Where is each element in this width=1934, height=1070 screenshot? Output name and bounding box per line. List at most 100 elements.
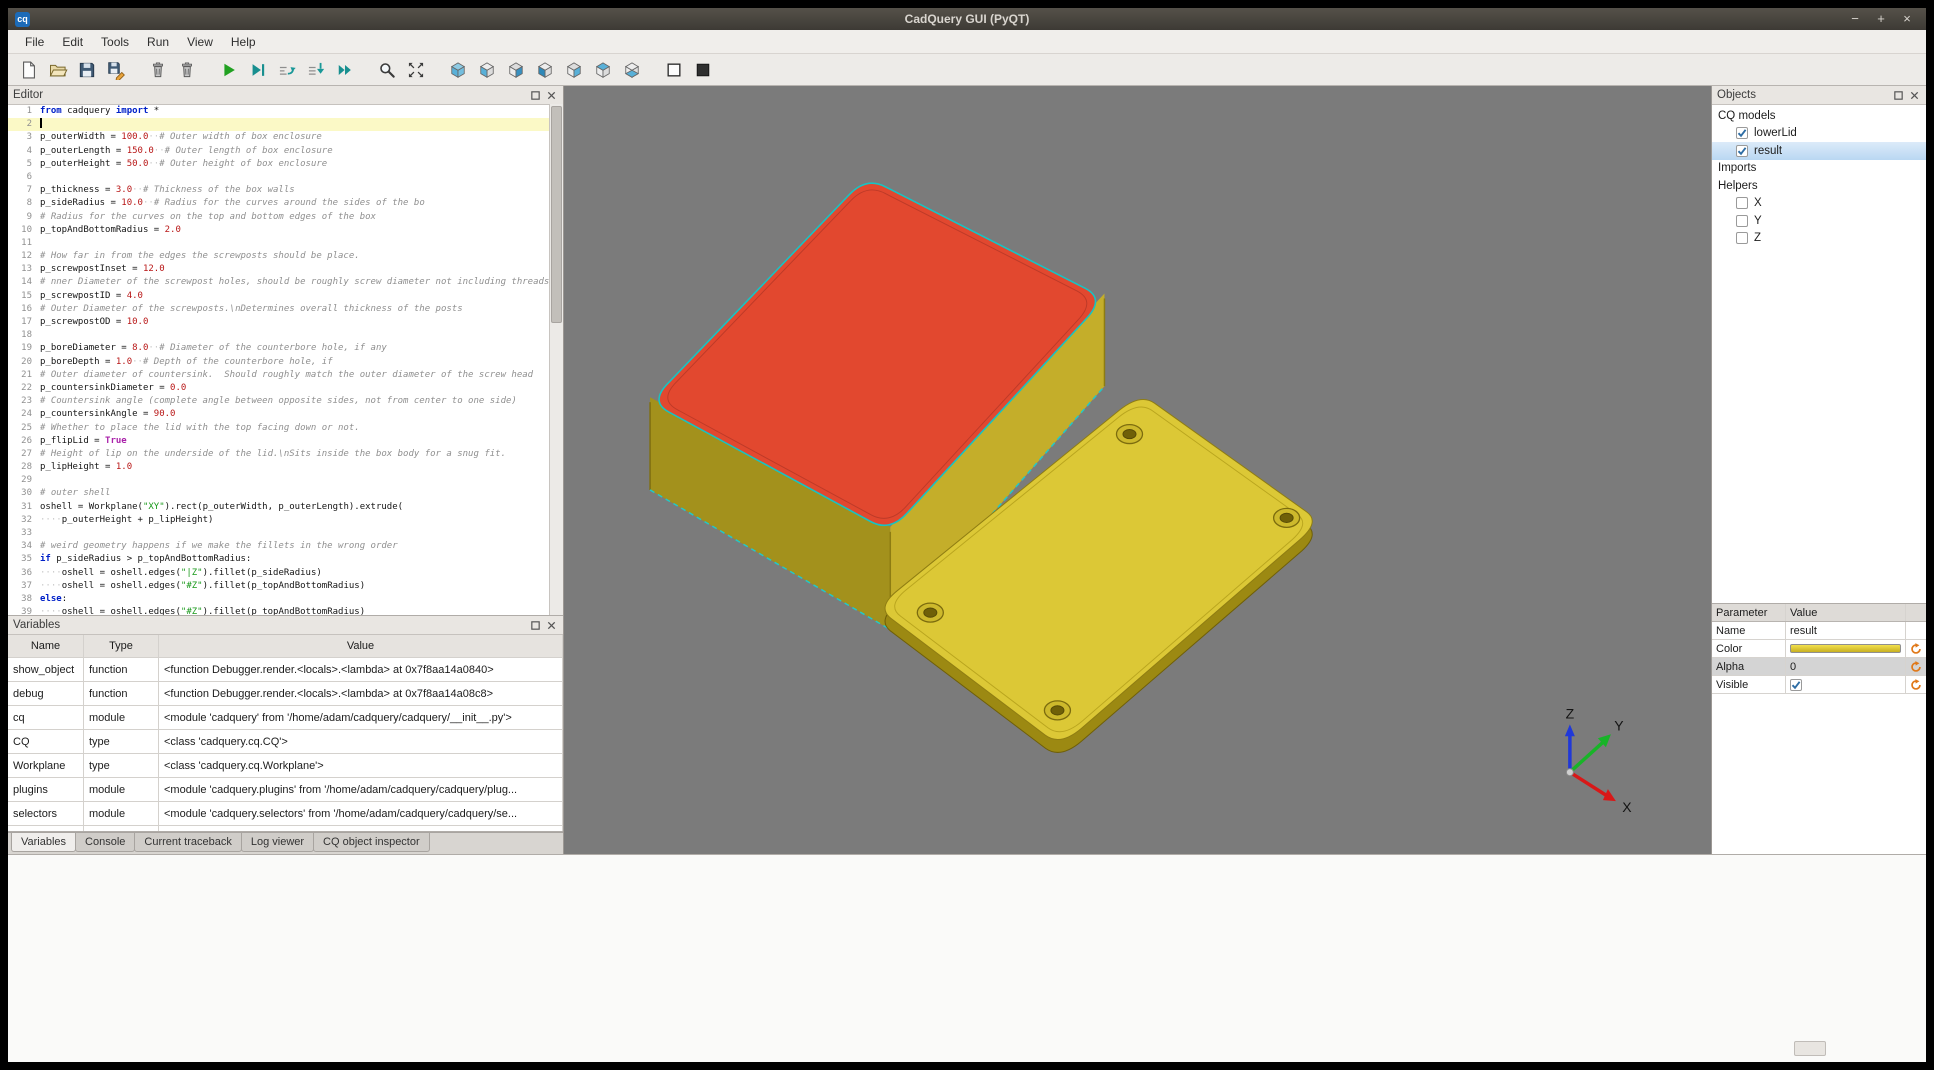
debug-button[interactable] [244, 57, 271, 83]
code-line[interactable]: 21# Outer diameter of countersink. Shoul… [8, 369, 550, 382]
code-line[interactable]: 3p_outerWidth = 100.0··# Outer width of … [8, 131, 550, 144]
reset-button[interactable] [1906, 658, 1926, 675]
menu-help[interactable]: Help [222, 32, 265, 52]
save-as-button[interactable] [102, 57, 129, 83]
code-line[interactable]: 35if p_sideRadius > p_topAndBottomRadius… [8, 553, 550, 566]
variable-row[interactable]: show_objectfunction<function Debugger.re… [8, 658, 563, 682]
param-check-value[interactable] [1786, 676, 1906, 693]
view-back-button[interactable] [502, 57, 529, 83]
close-button[interactable]: × [1900, 9, 1914, 29]
param-value[interactable]: result [1786, 622, 1906, 639]
open-script-button[interactable] [44, 57, 71, 83]
color-swatch[interactable] [1790, 644, 1901, 653]
minimize-button[interactable]: − [1848, 9, 1862, 29]
view-front-button[interactable] [473, 57, 500, 83]
new-script-button[interactable] [15, 57, 42, 83]
code-line[interactable]: 15p_screwpostID = 4.0 [8, 290, 550, 303]
variables-column-header[interactable]: Value [159, 635, 563, 657]
variable-row[interactable]: Planetype<class 'cadquery.occ_impl.geom.… [8, 826, 563, 831]
menu-run[interactable]: Run [138, 32, 178, 52]
view-top-button[interactable] [589, 57, 616, 83]
code-line[interactable]: 18 [8, 329, 550, 342]
step-over-button[interactable] [273, 57, 300, 83]
variable-row[interactable]: debugfunction<function Debugger.render.<… [8, 682, 563, 706]
variables-float-button[interactable] [529, 619, 542, 632]
variables-column-header[interactable]: Name [8, 635, 84, 657]
code-line[interactable]: 11 [8, 237, 550, 250]
variable-row[interactable]: pluginsmodule<module 'cadquery.plugins' … [8, 778, 563, 802]
code-line[interactable]: 36····oshell = oshell.edges("|Z").fillet… [8, 567, 550, 580]
editor-scrollbar[interactable] [549, 104, 563, 615]
variable-row[interactable]: CQtype<class 'cadquery.cq.CQ'> [8, 730, 563, 754]
tab-console[interactable]: Console [75, 833, 135, 852]
variables-close-button[interactable] [545, 619, 558, 632]
code-line[interactable]: 6 [8, 171, 550, 184]
param-value[interactable]: 0 [1786, 658, 1906, 675]
code-line[interactable]: 31oshell = Workplane("XY").rect(p_outerW… [8, 501, 550, 514]
editor-close-button[interactable] [545, 89, 558, 102]
scrollbar-thumb[interactable] [551, 106, 562, 323]
code-line[interactable]: 34# weird geometry happens if we make th… [8, 540, 550, 553]
menu-edit[interactable]: Edit [53, 32, 92, 52]
code-line[interactable]: 20p_boreDepth = 1.0··# Depth of the coun… [8, 356, 550, 369]
variable-row[interactable]: selectorsmodule<module 'cadquery.selecto… [8, 802, 563, 826]
reset-button[interactable] [1906, 640, 1926, 657]
variable-row[interactable]: Workplanetype<class 'cadquery.cq.Workpla… [8, 754, 563, 778]
code-line[interactable]: 37····oshell = oshell.edges("#Z").fillet… [8, 580, 550, 593]
code-line[interactable]: 32····p_outerHeight + p_lipHeight) [8, 514, 550, 527]
code-line[interactable]: 39····oshell = oshell.edges("#Z").fillet… [8, 606, 550, 615]
view-right-button[interactable] [560, 57, 587, 83]
code-line[interactable]: 22p_countersinkDiameter = 0.0 [8, 382, 550, 395]
visible-checkbox[interactable] [1790, 679, 1802, 691]
code-line[interactable]: 7p_thickness = 3.0··# Thickness of the b… [8, 184, 550, 197]
code-line[interactable]: 5p_outerHeight = 50.0··# Outer height of… [8, 158, 550, 171]
tab-current-traceback[interactable]: Current traceback [134, 833, 241, 852]
background-toggle-button[interactable] [689, 57, 716, 83]
delete-button[interactable] [173, 57, 200, 83]
code-line[interactable]: 4p_outerLength = 150.0··# Outer length o… [8, 145, 550, 158]
tab-cq-object-inspector[interactable]: CQ object inspector [313, 833, 430, 852]
code-line[interactable]: 14# nner Diameter of the screwpost holes… [8, 276, 550, 289]
code-line[interactable]: 17p_screwpostOD = 10.0 [8, 316, 550, 329]
tree-item-result[interactable]: result [1712, 142, 1926, 160]
code-line[interactable]: 1from cadquery import * [8, 105, 550, 118]
menu-view[interactable]: View [178, 32, 222, 52]
code-line[interactable]: 16# Outer Diameter of the screwposts.\nD… [8, 303, 550, 316]
param-row-color[interactable]: Color [1712, 640, 1926, 658]
continue-button[interactable] [331, 57, 358, 83]
code-line[interactable]: 29 [8, 474, 550, 487]
code-line[interactable]: 28p_lipHeight = 1.0 [8, 461, 550, 474]
visibility-checkbox[interactable] [1736, 215, 1748, 227]
code-line[interactable]: 23# Countersink angle (complete angle be… [8, 395, 550, 408]
param-row-alpha[interactable]: Alpha0 [1712, 658, 1926, 676]
param-row-name[interactable]: Nameresult [1712, 622, 1926, 640]
code-line[interactable]: 24p_countersinkAngle = 90.0 [8, 408, 550, 421]
save-button[interactable] [73, 57, 100, 83]
code-line[interactable]: 19p_boreDiameter = 8.0··# Diameter of th… [8, 342, 550, 355]
objects-close-button[interactable] [1908, 89, 1921, 102]
code-line[interactable]: 13p_screwpostInset = 12.0 [8, 263, 550, 276]
view-left-button[interactable] [531, 57, 558, 83]
code-line[interactable]: 2 [8, 118, 550, 131]
visibility-checkbox[interactable] [1736, 197, 1748, 209]
tree-group-cq-models[interactable]: CQ models [1712, 107, 1926, 125]
code-line[interactable]: 38else: [8, 593, 550, 606]
tree-item-z[interactable]: Z [1712, 230, 1926, 248]
visibility-checkbox[interactable] [1736, 127, 1748, 139]
menu-file[interactable]: File [16, 32, 53, 52]
code-editor[interactable]: 1from cadquery import *23p_outerWidth = … [8, 105, 550, 615]
zoom-to-fit-button[interactable] [373, 57, 400, 83]
tab-log-viewer[interactable]: Log viewer [241, 833, 314, 852]
objects-float-button[interactable] [1892, 89, 1905, 102]
param-row-visible[interactable]: Visible [1712, 676, 1926, 694]
code-line[interactable]: 10p_topAndBottomRadius = 2.0 [8, 224, 550, 237]
menu-tools[interactable]: Tools [92, 32, 138, 52]
tab-variables[interactable]: Variables [11, 833, 76, 852]
run-button[interactable] [215, 57, 242, 83]
tree-group-imports[interactable]: Imports [1712, 160, 1926, 178]
code-line[interactable]: 26p_flipLid = True [8, 435, 550, 448]
code-line[interactable]: 33 [8, 527, 550, 540]
reset-button[interactable] [1906, 676, 1926, 693]
code-line[interactable]: 8p_sideRadius = 10.0··# Radius for the c… [8, 197, 550, 210]
code-line[interactable]: 30# outer shell [8, 487, 550, 500]
